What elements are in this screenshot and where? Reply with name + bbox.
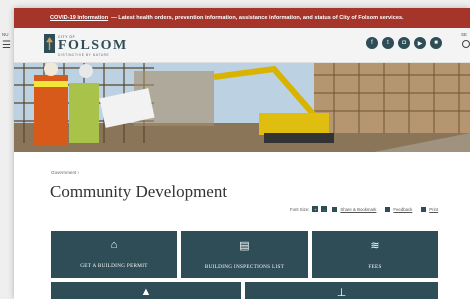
share-bookmark-link[interactable]: Share & Bookmark (340, 207, 376, 212)
layers-icon: ≋ (370, 240, 380, 252)
search-label: SE (461, 32, 468, 37)
browser-page: COVID-19 Information — Latest health ord… (14, 8, 470, 299)
instagram-icon[interactable]: ◘ (398, 37, 410, 49)
breadcrumb[interactable]: Government › (51, 170, 79, 175)
clipboard-icon: ▤ (239, 240, 250, 252)
tile-pin[interactable]: ⊥ (245, 282, 438, 299)
youtube-icon[interactable]: ▶ (414, 37, 426, 49)
twitter-icon[interactable]: t (382, 37, 394, 49)
social-links: f t ◘ ▶ ■ (366, 37, 442, 49)
covid-alert-bar: COVID-19 Information — Latest health ord… (14, 8, 470, 28)
hamburger-menu-icon[interactable]: ☰ (2, 40, 11, 51)
tile-building-inspections-list[interactable]: ▤ BUILDING INSPECTIONS LIST (181, 231, 308, 278)
print-icon (421, 206, 427, 212)
warning-icon: ▲ (140, 286, 152, 298)
tile-label: FEES (368, 264, 382, 270)
covid-alert-text: — Latest health orders, prevention infor… (111, 15, 404, 21)
tile-warning[interactable]: ▲ (51, 282, 241, 299)
search-edge[interactable]: SE (460, 30, 470, 60)
search-icon[interactable] (462, 40, 470, 48)
main-content: Government › Community Development Font … (14, 152, 470, 299)
font-size-label: Font Size: (290, 206, 310, 212)
pin-icon: ⊥ (336, 287, 347, 299)
page-title: Community Development (50, 182, 228, 201)
font-decrease-button[interactable]: - (321, 206, 328, 212)
site-header: CITY OF FOLSOM DISTINCTIVE BY NATURE f t… (14, 28, 470, 63)
tile-get-building-permit[interactable]: ⌂ GET A BUILDING PERMIT (51, 231, 177, 278)
tile-label: BUILDING INSPECTIONS LIST (204, 264, 285, 270)
feedback-link[interactable]: Feedback (393, 207, 412, 212)
logo-wordmark[interactable]: FOLSOM (58, 38, 128, 54)
tile-fees[interactable]: ≋ FEES (312, 231, 438, 278)
font-increase-button[interactable]: + (312, 206, 319, 212)
print-link[interactable]: Print (429, 207, 438, 212)
menu-label: NU (2, 32, 9, 37)
tile-label: GET A BUILDING PERMIT (80, 263, 148, 269)
covid-info-link[interactable]: COVID-19 Information (50, 15, 108, 21)
share-icon (332, 206, 338, 212)
logo-tagline: DISTINCTIVE BY NATURE (58, 53, 110, 57)
home-icon: ⌂ (110, 239, 118, 251)
page-tools: Font Size: + - Share & Bookmark Feedback… (290, 206, 442, 212)
hero-image (14, 63, 470, 152)
folsom-logo-icon[interactable] (44, 34, 55, 53)
menu-edge[interactable]: NU ☰ (0, 30, 14, 60)
feedback-icon (385, 206, 391, 212)
news-icon[interactable]: ■ (430, 37, 442, 49)
facebook-icon[interactable]: f (366, 37, 378, 49)
